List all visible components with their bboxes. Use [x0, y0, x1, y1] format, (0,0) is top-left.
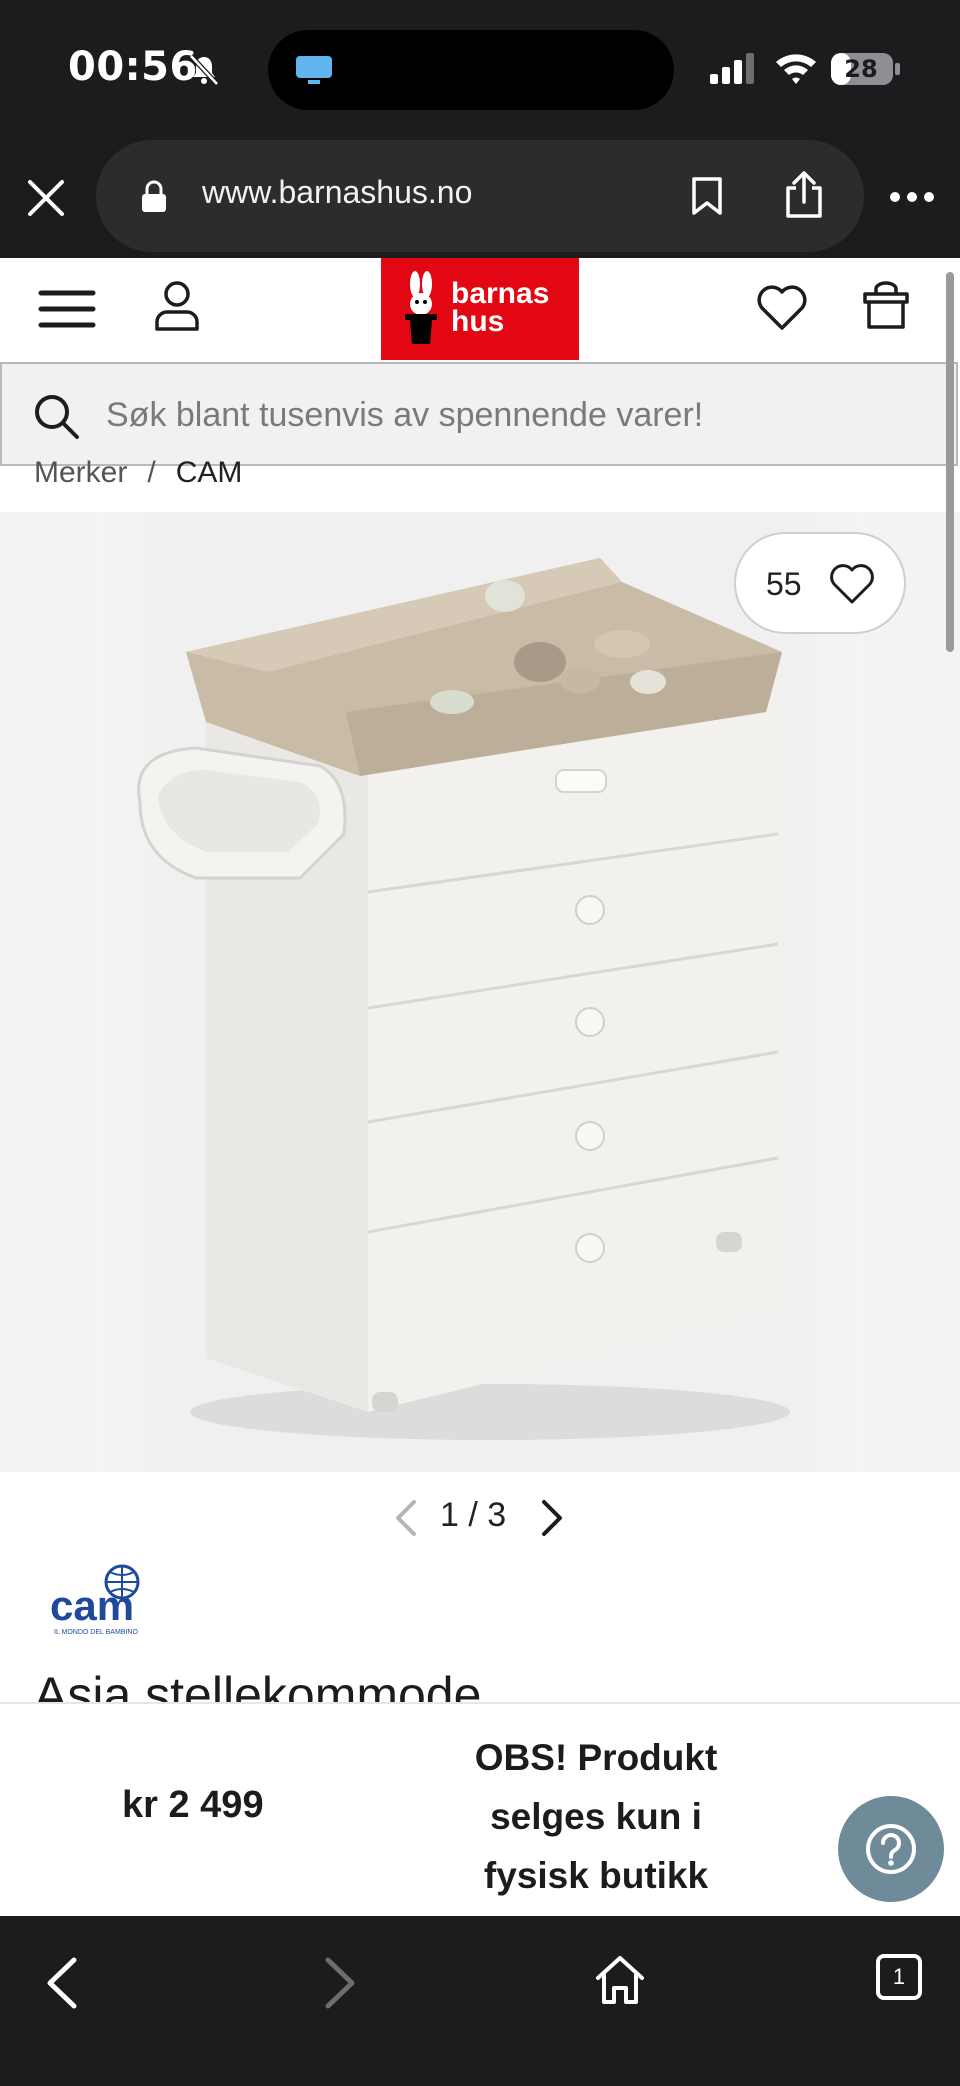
more-icon[interactable] — [888, 190, 936, 204]
chevron-right-icon[interactable] — [538, 1498, 566, 1538]
like-badge[interactable]: 55 — [734, 532, 906, 634]
url-text: www.barnashus.no — [202, 174, 473, 210]
search-input[interactable] — [106, 390, 926, 440]
status-time: 00:56 — [68, 44, 198, 90]
address-bar[interactable]: www.barnashus.no — [96, 140, 864, 252]
breadcrumb-separator: / — [147, 456, 156, 489]
dynamic-island — [268, 30, 674, 110]
logo-text-line2: hus — [451, 305, 505, 338]
like-count: 55 — [766, 566, 802, 602]
screen-mirror-icon — [296, 56, 332, 84]
product-image-carousel[interactable]: 55 — [0, 512, 960, 1472]
browser-bottom-toolbar: 1 — [0, 1916, 960, 2086]
wifi-icon — [776, 54, 816, 84]
cam-brand-tagline: IL MONDO DEL BAMBINO — [54, 1629, 138, 1636]
pager-text: 1 / 3 — [440, 1496, 506, 1535]
breadcrumb: Merker / CAM — [34, 456, 242, 490]
forward-arrow-icon[interactable] — [322, 1956, 358, 2010]
barnashus-logo[interactable]: barnas hus — [381, 258, 579, 360]
search-icon[interactable] — [32, 392, 80, 440]
back-arrow-icon[interactable] — [44, 1956, 80, 2010]
pager-current: 1 — [440, 1496, 459, 1534]
browser-toolbar: www.barnashus.no — [0, 140, 960, 258]
page-scrollbar[interactable] — [946, 272, 954, 652]
lock-icon — [142, 180, 166, 212]
shopping-bag-icon[interactable] — [862, 280, 910, 330]
heart-icon — [830, 564, 874, 604]
breadcrumb-item-merker[interactable]: Merker — [34, 456, 127, 489]
bell-off-icon — [189, 54, 219, 86]
question-mark-icon — [866, 1824, 916, 1874]
cam-brand-name: cam — [50, 1582, 134, 1629]
changing-table-image — [96, 512, 866, 1472]
cam-brand-logo[interactable]: cam IL MONDO DEL BAMBINO — [50, 1562, 160, 1638]
breadcrumb-item-cam[interactable]: CAM — [176, 456, 243, 489]
store-only-notice: OBS! Produkt selges kun i fysisk butikk — [474, 1737, 718, 1896]
cellular-signal-icon — [710, 53, 754, 84]
chevron-left-icon[interactable] — [392, 1498, 420, 1538]
rabbit-in-hat-icon — [405, 271, 437, 344]
product-title: Asia stellekommode — [34, 1667, 482, 1704]
hamburger-menu-icon[interactable] — [38, 288, 96, 330]
search-bar — [0, 362, 958, 466]
help-button[interactable] — [838, 1796, 944, 1902]
logo-text: barnas hus — [451, 277, 550, 338]
image-pager: 1 / 3 — [0, 1490, 960, 1546]
status-bar: 00:56 28 — [0, 0, 960, 140]
bookmark-icon[interactable] — [690, 176, 724, 216]
site-header: barnas hus — [0, 258, 960, 362]
battery-level: 28 — [844, 55, 878, 83]
sticky-purchase-bar: kr 2 499 OBS! Produkt selges kun i fysis… — [0, 1702, 960, 1916]
logo-text-line1: barnas — [451, 277, 550, 310]
tabs-button[interactable]: 1 — [876, 1954, 922, 2000]
user-account-icon[interactable] — [154, 280, 200, 332]
pager-separator: / — [468, 1496, 478, 1534]
pager-total: 3 — [487, 1496, 507, 1534]
tab-count: 1 — [892, 1964, 906, 1989]
close-icon[interactable] — [24, 176, 68, 220]
share-icon[interactable] — [782, 170, 826, 220]
wishlist-heart-icon[interactable] — [756, 284, 808, 332]
home-icon[interactable] — [594, 1954, 646, 2006]
product-price: kr 2 499 — [122, 1784, 264, 1826]
